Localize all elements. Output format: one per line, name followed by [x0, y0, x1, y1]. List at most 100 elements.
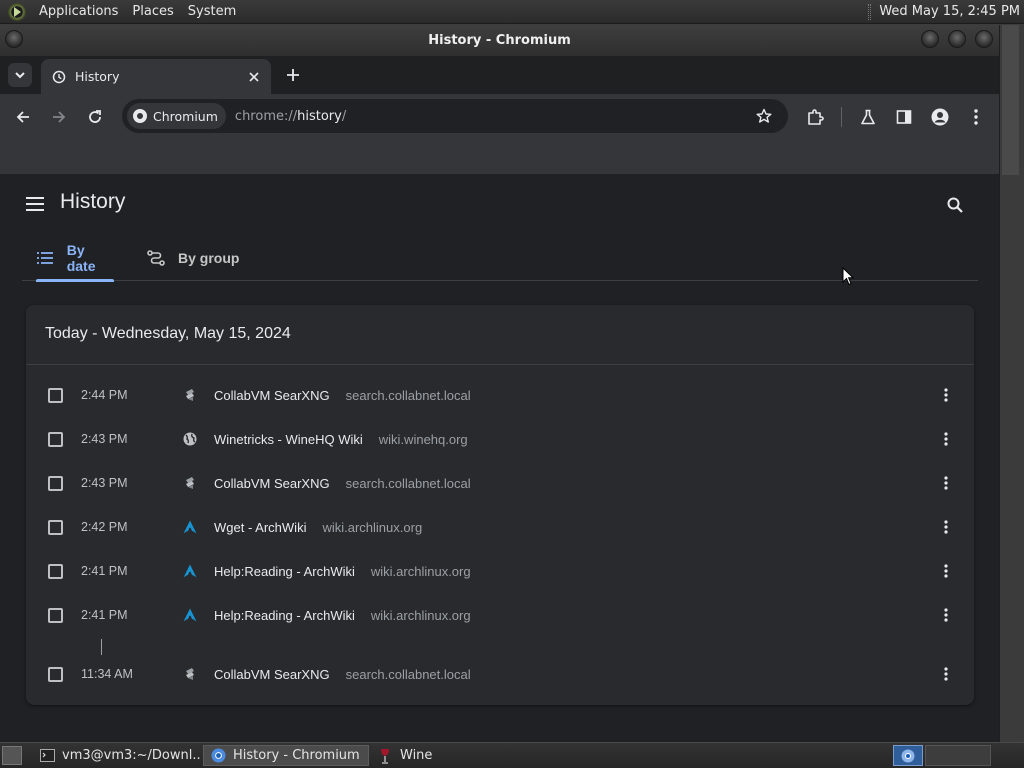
profile-button[interactable]: [926, 103, 954, 131]
search-icon: [947, 197, 963, 213]
row-checkbox[interactable]: [48, 475, 63, 491]
tab-by-date[interactable]: By date: [36, 235, 114, 282]
row-checkbox[interactable]: [48, 431, 63, 447]
row-checkbox[interactable]: [48, 387, 63, 403]
history-row[interactable]: 2:43 PM Winetricks - WineHQ Wiki wiki.wi…: [26, 417, 974, 461]
searxng-icon: [182, 387, 198, 403]
maximize-button[interactable]: [948, 30, 966, 48]
forward-button[interactable]: [45, 103, 73, 131]
row-title[interactable]: CollabVM SearXNG: [214, 388, 330, 403]
kebab-menu-icon: [944, 608, 948, 622]
archlinux-icon: [182, 563, 198, 579]
tab-close-icon[interactable]: [245, 68, 263, 86]
row-domain: search.collabnet.local: [345, 666, 471, 682]
task-chromium[interactable]: History - Chromium: [203, 745, 369, 766]
row-checkbox[interactable]: [48, 519, 63, 535]
address-bar[interactable]: Chromium chrome://history/: [122, 99, 788, 133]
row-title[interactable]: Wget - ArchWiki: [214, 520, 306, 535]
clock-area: Wed May 15, 2:45 PM: [868, 3, 1024, 20]
avatar-icon: [931, 108, 949, 126]
row-title[interactable]: CollabVM SearXNG: [214, 667, 330, 682]
history-day-card: Today - Wednesday, May 15, 2024 2:44 PM …: [26, 305, 974, 705]
row-link[interactable]: CollabVM SearXNG search.collabnet.local: [214, 388, 471, 403]
row-link[interactable]: Winetricks - WineHQ Wiki wiki.winehq.org: [214, 432, 468, 447]
row-more-button[interactable]: [936, 471, 956, 495]
history-row[interactable]: 2:44 PM CollabVM SearXNG search.collabne…: [26, 373, 974, 417]
workspace-2[interactable]: [925, 745, 991, 766]
bottom-panel: vm3@vm3:~/Downl... History - Chromium Wi…: [0, 742, 1024, 768]
row-domain: search.collabnet.local: [345, 475, 471, 491]
url-path: /: [341, 108, 347, 124]
flask-icon: [861, 109, 875, 125]
row-title[interactable]: CollabVM SearXNG: [214, 476, 330, 491]
row-more-button[interactable]: [936, 603, 956, 627]
site-info-chip[interactable]: Chromium: [127, 103, 226, 129]
reload-icon: [89, 110, 101, 123]
row-link[interactable]: Wget - ArchWiki wiki.archlinux.org: [214, 520, 422, 535]
bookmark-star-icon[interactable]: [754, 106, 774, 126]
row-title[interactable]: Help:Reading - ArchWiki: [214, 608, 355, 623]
row-time: 11:34 AM: [81, 667, 133, 681]
task-label: vm3@vm3:~/Downl...: [62, 748, 202, 763]
row-more-button[interactable]: [936, 662, 956, 686]
row-time: 2:42 PM: [81, 520, 128, 534]
mouse-cursor-icon: [842, 267, 854, 286]
applications-menu[interactable]: Applications: [32, 4, 125, 19]
row-more-button[interactable]: [936, 383, 956, 407]
history-row[interactable]: 2:43 PM CollabVM SearXNG search.collabne…: [26, 461, 974, 505]
show-desktop-icon[interactable]: [2, 746, 22, 765]
back-button[interactable]: [9, 103, 37, 131]
history-row[interactable]: 2:41 PM Help:Reading - ArchWiki wiki.arc…: [26, 549, 974, 593]
url-text[interactable]: chrome://history/: [235, 109, 346, 124]
chromium-logo-icon: [133, 109, 147, 123]
clock[interactable]: Wed May 15, 2:45 PM: [879, 4, 1020, 19]
task-terminal[interactable]: vm3@vm3:~/Downl...: [34, 745, 202, 766]
history-row[interactable]: 2:41 PM Help:Reading - ArchWiki wiki.arc…: [26, 593, 974, 637]
top-panel: Applications Places System Wed May 15, 2…: [0, 0, 1024, 24]
row-more-button[interactable]: [936, 515, 956, 539]
system-menu[interactable]: System: [181, 4, 243, 19]
row-checkbox[interactable]: [48, 563, 63, 579]
extensions-button[interactable]: [801, 103, 829, 131]
minimize-button[interactable]: [921, 30, 939, 48]
history-view-tabs: By date By group: [22, 235, 978, 282]
side-panel-button[interactable]: [890, 103, 918, 131]
row-more-button[interactable]: [936, 559, 956, 583]
row-time: 2:44 PM: [81, 388, 128, 402]
row-domain: wiki.winehq.org: [378, 431, 468, 447]
labs-button[interactable]: [854, 103, 882, 131]
row-link[interactable]: Help:Reading - ArchWiki wiki.archlinux.o…: [214, 564, 471, 579]
tab-by-date-label: By date: [66, 242, 96, 274]
row-checkbox[interactable]: [48, 607, 63, 623]
window-titlebar[interactable]: History - Chromium: [0, 25, 999, 56]
task-label: History - Chromium: [233, 748, 360, 763]
main-menu-button[interactable]: [22, 192, 48, 216]
arrow-left-icon: [16, 111, 29, 123]
history-row[interactable]: 2:42 PM Wget - ArchWiki wiki.archlinux.o…: [26, 505, 974, 549]
row-link[interactable]: Help:Reading - ArchWiki wiki.archlinux.o…: [214, 608, 471, 623]
row-link[interactable]: CollabVM SearXNG search.collabnet.local: [214, 667, 471, 682]
workspace-1[interactable]: [893, 745, 923, 766]
tab-by-group[interactable]: By group: [146, 235, 239, 281]
row-title[interactable]: Help:Reading - ArchWiki: [214, 564, 355, 579]
new-tab-button[interactable]: [282, 64, 304, 86]
browser-menu-button[interactable]: [962, 103, 990, 131]
search-history-button[interactable]: [942, 192, 968, 218]
row-checkbox[interactable]: [48, 666, 63, 682]
tab-search-button[interactable]: [8, 63, 32, 87]
kebab-menu-icon: [944, 432, 948, 446]
chevron-down-icon: [15, 72, 25, 79]
tab-by-group-label: By group: [178, 250, 240, 266]
puzzle-icon: [808, 109, 824, 125]
task-wine[interactable]: Wine: [371, 745, 461, 766]
window-menu-button[interactable]: [5, 30, 23, 48]
row-more-button[interactable]: [936, 427, 956, 451]
close-window-button[interactable]: [975, 30, 993, 48]
row-title[interactable]: Winetricks - WineHQ Wiki: [214, 432, 363, 447]
row-link[interactable]: CollabVM SearXNG search.collabnet.local: [214, 476, 471, 491]
history-row[interactable]: 11:34 AM CollabVM SearXNG search.collabn…: [26, 652, 974, 696]
places-menu[interactable]: Places: [125, 4, 180, 19]
distro-logo-icon[interactable]: [8, 2, 26, 21]
reload-button[interactable]: [81, 103, 109, 131]
tab-history[interactable]: History: [41, 59, 271, 94]
